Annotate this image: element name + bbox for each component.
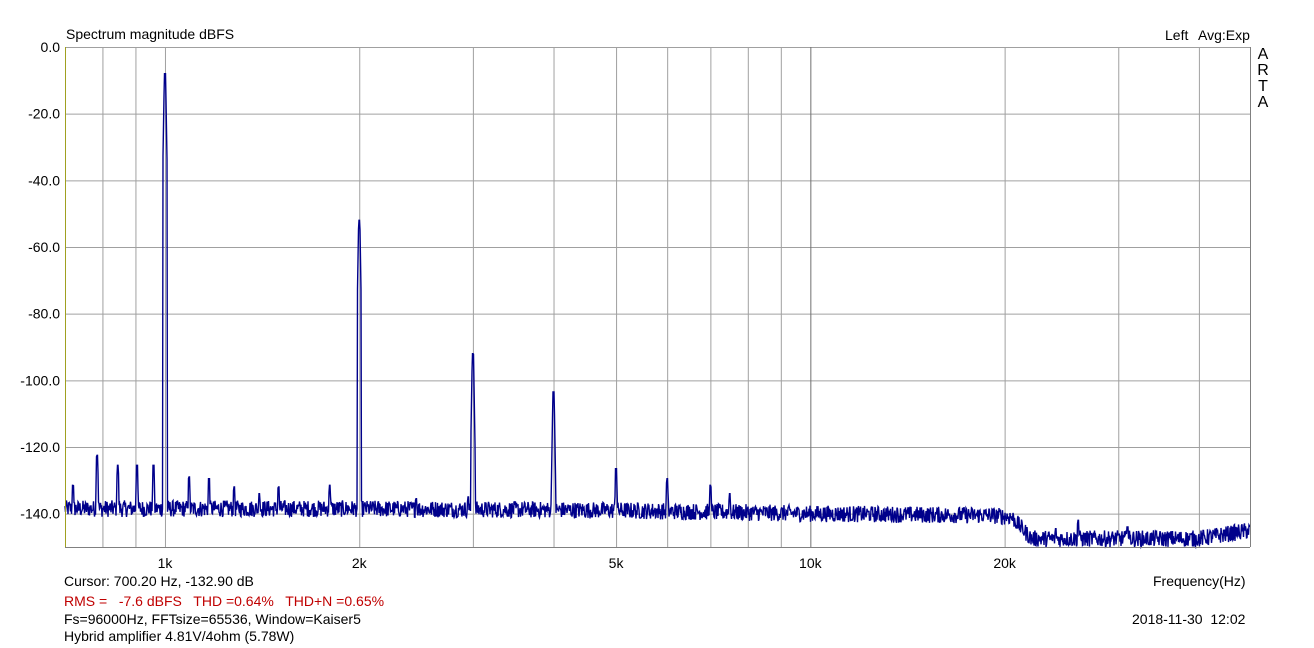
y-tick-label: -40.0 [28,172,60,188]
y-tick-label: -120.0 [20,439,60,455]
y-tick-label: -80.0 [28,306,60,322]
arta-letter: A [1257,94,1269,111]
plot-frame [65,47,1251,548]
y-tick-label: -100.0 [20,372,60,388]
spectrum-trace [64,73,1251,550]
timestamp: 2018-11-30 12:02 [1132,611,1246,627]
fft-info: Fs=96000Hz, FFTsize=65536, Window=Kaiser… [64,611,361,627]
x-tick-label: 1k [158,555,174,571]
x-tick-label: 5k [609,555,625,571]
x-tick-label: 2k [352,555,368,571]
y-tick-label: 0.0 [41,39,61,55]
x-axis-label: Frequency(Hz) [1153,573,1246,589]
y-tick-label: -20.0 [28,106,60,122]
arta-logo: A R T A [1256,47,1270,111]
spectrum-chart: 0.0 -20.0 -40.0 -60.0 -80.0 -100.0 -120.0 -140.… [20,39,1251,571]
x-tick-label: 20k [993,555,1017,571]
averaging-label: Avg:Exp [1198,27,1250,43]
measurement-description: Hybrid amplifier 4.81V/4ohm (5.78W) [64,628,295,644]
arta-letter: T [1258,78,1268,95]
x-tick-labels: 1k 2k 5k 10k 20k [158,555,1017,571]
y-tick-label: -60.0 [28,239,60,255]
chart-grid [65,47,1250,547]
rms-thd-readout: RMS = -7.6 dBFS THD =0.64% THD+N =0.65% [64,593,385,609]
channel-label: Left [1165,27,1189,43]
arta-letter: A [1257,46,1269,63]
x-tick-label: 10k [799,555,823,571]
spectrum-line [64,73,1251,550]
y-tick-label: -140.0 [20,506,60,522]
cursor-readout: Cursor: 700.20 Hz, -132.90 dB [64,573,254,589]
y-tick-labels: 0.0 -20.0 -40.0 -60.0 -80.0 -100.0 -120.0 -140.… [20,39,60,522]
chart-title: Spectrum magnitude dBFS [66,26,235,42]
arta-letter: R [1257,62,1269,79]
